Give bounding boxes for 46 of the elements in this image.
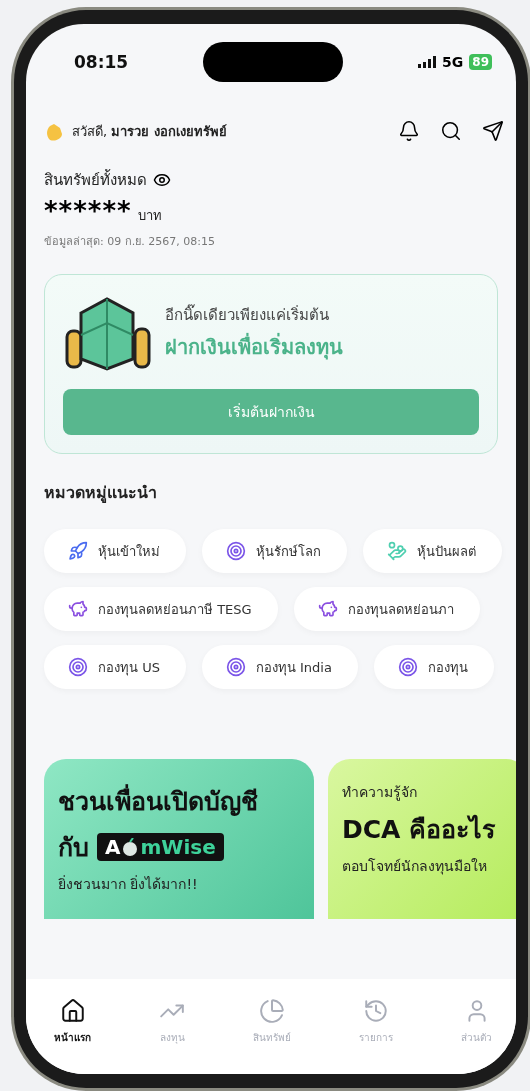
notification-icon[interactable] <box>398 120 420 142</box>
currency-unit: บาท <box>137 207 162 225</box>
pie-chart-icon <box>259 998 285 1024</box>
hand-coin-icon <box>387 541 407 561</box>
search-icon[interactable] <box>440 120 462 142</box>
category-chip[interactable]: กองทุน India <box>201 645 358 689</box>
target-icon <box>226 541 246 561</box>
battery-indicator: 89 <box>469 54 492 70</box>
network-label: 5G <box>442 54 464 70</box>
brand-logo: A mWise <box>97 833 224 861</box>
article-banner[interactable]: ทำความรู้จัก DCA คืออะไร ตอบโจทย์นักลงทุนมือให <box>328 759 516 919</box>
card-subtitle: อีกนิ๊ดเดียวเพียงแค่เริ่มต้น <box>165 303 330 326</box>
category-chip[interactable]: หุ้นรักษ์โลก <box>202 529 347 573</box>
apple-icon <box>122 838 139 856</box>
home-icon <box>59 998 86 1024</box>
section-title: หมวดหมู่แนะนำ <box>44 482 158 505</box>
banner-subtitle: ตอบโจทย์นักลงทุนมือให <box>342 857 488 877</box>
assets-value: ****** <box>44 196 132 226</box>
rocket-icon <box>68 541 88 561</box>
category-chip[interactable]: กองทุน <box>373 645 494 689</box>
signal-icon <box>418 56 437 68</box>
banner-title: กับ <box>58 832 89 864</box>
category-chip[interactable]: กองทุนลดหย่อนภา <box>293 587 480 631</box>
assets-label: สินทรัพย์ทั้งหมด <box>44 168 147 191</box>
last-updated-text: ข้อมูลล่าสุด: 09 ก.ย. 2567, 08:15 <box>44 234 216 250</box>
banner-title: DCA คืออะไร <box>342 813 497 846</box>
category-chip[interactable]: หุ้นเข้าใหม่ <box>44 529 186 573</box>
referral-banner[interactable]: ชวนเพื่อนเปิดบัญชี กับ A mWise ยิ่งชวนมาก ยิ่งได้มาก!! <box>44 759 314 919</box>
nav-tab[interactable]: หน้าแรก <box>48 997 97 1046</box>
category-chip[interactable]: กองทุน US <box>44 645 186 689</box>
target-icon <box>68 657 88 677</box>
target-icon <box>397 657 418 677</box>
eye-icon[interactable] <box>153 171 171 189</box>
piggy-bank-icon <box>68 599 88 619</box>
target-icon <box>225 657 246 677</box>
card-title: ฝากเงินเพื่อเริ่มลงทุน <box>165 332 343 362</box>
piggy-bank-icon <box>317 599 338 619</box>
category-chip[interactable]: กองทุนลดหย่อนภาษี TESG <box>44 587 278 631</box>
banner-subtitle: ยิ่งชวนมาก ยิ่งได้มาก!! <box>58 874 199 894</box>
status-time: 08:15 <box>74 52 129 72</box>
send-icon[interactable] <box>482 120 504 142</box>
banner-eyebrow: ทำความรู้จัก <box>342 783 418 803</box>
greeting-text: สวัสดี, มารวย งอกเงยทรัพย์ <box>72 122 228 141</box>
category-chip[interactable]: หุ้นปันผลต่ <box>363 529 502 573</box>
history-icon <box>363 998 389 1024</box>
banner-title: ชวนเพื่อนเปิดบัญชี <box>58 781 296 821</box>
